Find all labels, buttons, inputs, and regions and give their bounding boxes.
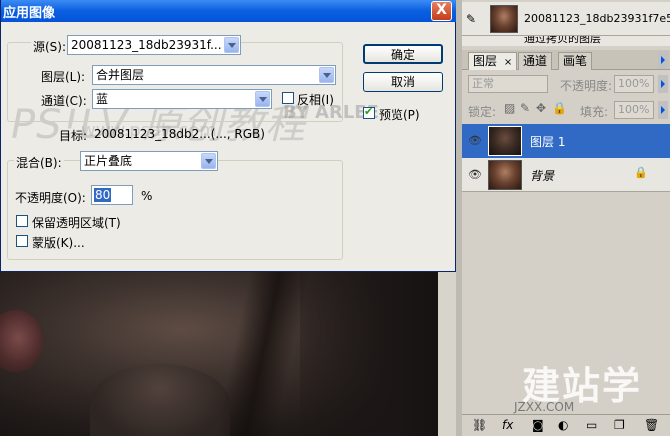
layer-thumbnail xyxy=(488,160,522,190)
lock-position-icon[interactable]: ✥ xyxy=(536,101,546,115)
layer-opacity-field[interactable]: 100% xyxy=(614,75,654,93)
group-folder-icon[interactable]: ▭ xyxy=(586,418,597,432)
lock-transparent-icon[interactable]: ▨ xyxy=(504,101,515,115)
channel-value: 蓝 xyxy=(96,92,109,106)
new-layer-icon[interactable]: ❐ xyxy=(614,418,625,432)
layer-value: 合并图层 xyxy=(96,68,145,82)
photo-hair xyxy=(211,272,313,436)
close-button[interactable]: X xyxy=(431,1,452,21)
opacity-arrow-icon[interactable] xyxy=(658,75,668,93)
source-value: 20081123_18db23931f... xyxy=(71,38,222,52)
preserve-transparency-label: 保留透明区域(T) xyxy=(32,216,121,230)
invert-checkbox[interactable] xyxy=(282,92,294,104)
site-watermark-url: JZXX.COM xyxy=(514,400,575,414)
target-value: 20081123_18db2...(..., RGB) xyxy=(94,127,265,141)
history-item[interactable]: ✎ 20081123_18db23931f7e5... xyxy=(462,2,670,36)
lock-row: 锁定: ▨ ✎ ✥ 🔒 填充: 100% xyxy=(462,98,670,122)
chevron-down-icon[interactable] xyxy=(255,91,270,107)
target-label: 目标: xyxy=(59,129,88,143)
fill-field[interactable]: 100% xyxy=(614,101,654,119)
channel-label: 通道(C): xyxy=(41,94,87,108)
layer-name: 背景 xyxy=(530,169,555,183)
layer-opacity-label: 不透明度: xyxy=(560,79,613,93)
layer-row-background[interactable]: 👁 背景 🔒 xyxy=(462,158,670,192)
blend-mode-select[interactable]: 正常 xyxy=(468,75,548,93)
preserve-transparency-checkbox[interactable] xyxy=(16,215,28,227)
layer-label: 图层(L): xyxy=(41,70,86,84)
mask-checkbox[interactable] xyxy=(16,235,28,247)
layer-style-icon[interactable]: fx xyxy=(502,418,513,432)
panel-menu-arrow-icon[interactable] xyxy=(658,51,668,69)
history-item-label: 20081123_18db23931f7e5... xyxy=(524,12,670,25)
layers-options-row: 正常 不透明度: 100% xyxy=(462,73,670,95)
opacity-value: 80 xyxy=(94,188,112,202)
opacity-unit: % xyxy=(141,189,153,203)
layer-mask-icon[interactable]: ◙ xyxy=(532,418,544,432)
lock-all-icon[interactable]: 🔒 xyxy=(552,101,567,115)
tab-layers[interactable]: 图层 × xyxy=(468,52,518,70)
tab-brushes[interactable]: 画笔 xyxy=(558,52,593,70)
lock-image-icon[interactable]: ✎ xyxy=(520,101,530,115)
dialog-titlebar[interactable]: 应用图像 X xyxy=(1,0,457,22)
cancel-button[interactable]: 取消 xyxy=(363,72,443,92)
mask-label: 蒙版(K)... xyxy=(32,236,85,250)
dialog-title: 应用图像 xyxy=(3,6,56,21)
chevron-down-icon[interactable] xyxy=(319,67,334,83)
document-canvas[interactable] xyxy=(0,272,456,436)
layer-row-layer1[interactable]: 👁 图层 1 xyxy=(462,124,670,158)
history-brush-icon: ✎ xyxy=(466,12,477,26)
tab-channels[interactable]: 通道 xyxy=(518,52,553,70)
fill-arrow-icon[interactable] xyxy=(658,101,668,119)
lock-icon: 🔒 xyxy=(634,166,648,179)
invert-label: 反相(I) xyxy=(297,93,334,107)
preview-label: 预览(P) xyxy=(379,108,420,122)
canvas-scroll-area xyxy=(438,272,456,436)
visibility-eye-icon[interactable]: 👁 xyxy=(468,168,482,181)
close-icon[interactable]: × xyxy=(504,57,512,68)
adjustment-layer-icon[interactable]: ◐ xyxy=(558,418,568,432)
link-layers-icon[interactable]: ⛓ xyxy=(472,418,487,432)
blend-label: 混合(B): xyxy=(14,154,64,171)
channel-select[interactable]: 蓝 xyxy=(92,89,272,109)
blend-value: 正片叠底 xyxy=(84,154,133,168)
photo-hair-dark xyxy=(300,272,456,436)
source-label: 源(S): xyxy=(31,38,69,55)
layer-name: 图层 1 xyxy=(530,135,566,149)
trash-icon[interactable]: 🗑 xyxy=(644,418,659,432)
photo-neck xyxy=(90,364,230,436)
layers-panel-tabs: 图层 × 通道 画笔 xyxy=(462,50,670,70)
fill-label: 填充: xyxy=(580,105,609,119)
blend-select[interactable]: 正片叠底 xyxy=(80,151,218,171)
layer-select[interactable]: 合并图层 xyxy=(92,65,336,85)
opacity-input[interactable]: 80 xyxy=(91,185,133,205)
layers-bottom-toolbar: ⛓ fx ◙ ◐ ▭ ❐ 🗑 xyxy=(462,414,670,436)
apply-image-dialog: 应用图像 X PS!LV 原创教程 BY ARLEE www.psah.com … xyxy=(0,0,457,272)
layer-thumbnail xyxy=(488,126,522,156)
chevron-down-icon[interactable] xyxy=(224,37,239,53)
chevron-down-icon[interactable] xyxy=(201,153,216,169)
source-select[interactable]: 20081123_18db23931f... xyxy=(67,35,241,55)
photo-lips xyxy=(0,310,43,372)
tab-layers-label: 图层 xyxy=(473,54,498,68)
opacity-label: 不透明度(O): xyxy=(15,191,86,205)
history-item-label: 通过拷贝的图层 xyxy=(524,36,601,45)
history-item[interactable]: 通过拷贝的图层 xyxy=(462,36,670,46)
history-thumbnail xyxy=(490,5,518,33)
preview-checkbox[interactable] xyxy=(363,105,375,119)
visibility-eye-icon[interactable]: 👁 xyxy=(468,134,482,147)
lock-label: 锁定: xyxy=(468,105,497,119)
ok-button[interactable]: 确定 xyxy=(363,44,443,64)
